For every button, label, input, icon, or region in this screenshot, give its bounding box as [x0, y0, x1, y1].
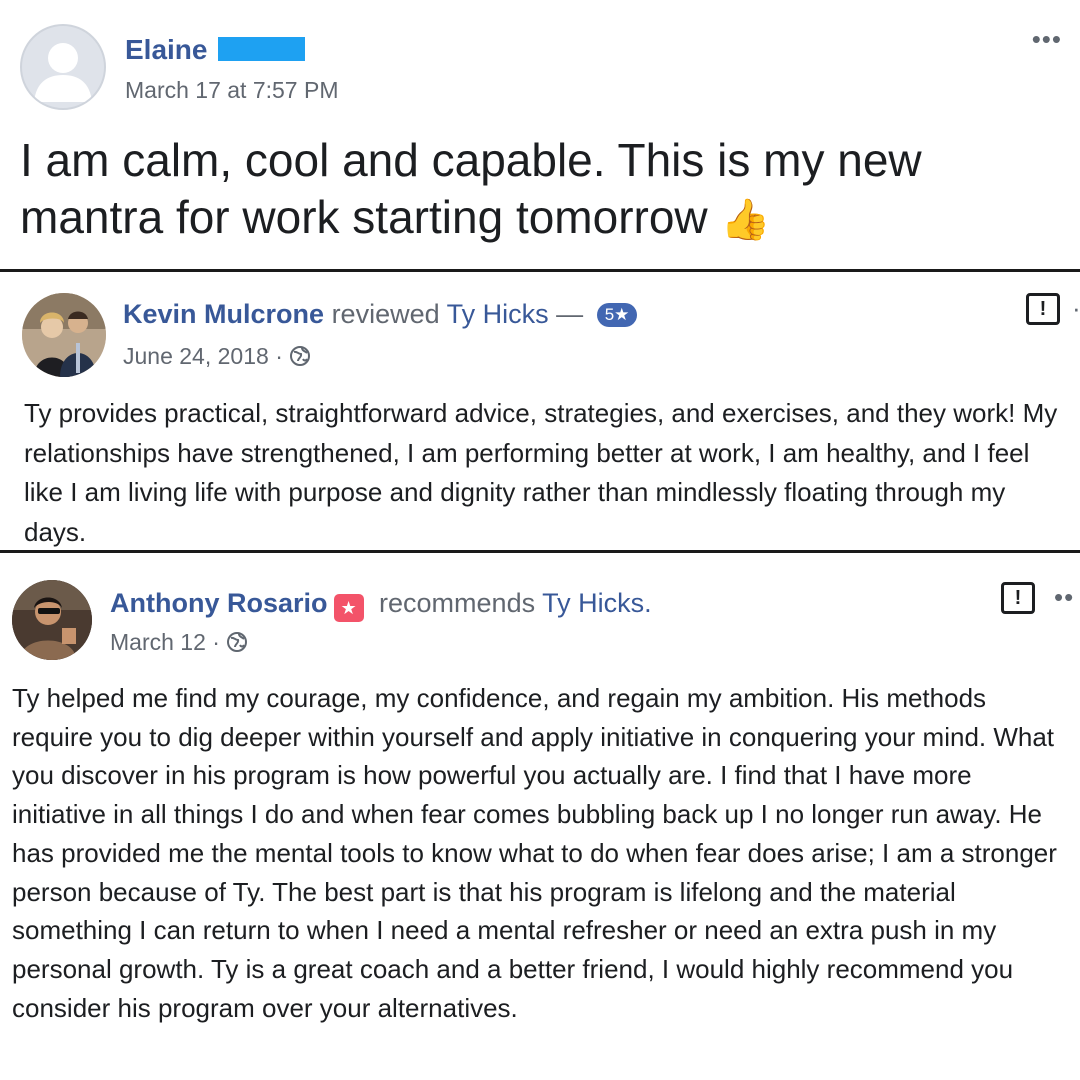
review-date-line: June 24, 2018 · [123, 343, 311, 370]
name-redaction [218, 37, 305, 61]
recommend-star-icon: ★ [333, 594, 364, 622]
default-user-icon [34, 43, 92, 102]
recommendation-header: Anthony Rosario ★ recommends Ty Hicks. [110, 588, 652, 622]
recommendation-menu-button[interactable]: •• [1054, 582, 1074, 613]
recommendation-card: Anthony Rosario ★ recommends Ty Hicks. Ma… [0, 554, 1080, 1080]
review-header: Kevin Mulcrone reviewed Ty Hicks — 5★ [123, 299, 638, 330]
globe-icon [290, 346, 311, 366]
status-post: Elaine March 17 at 7:57 PM ••• I am calm… [0, 0, 1080, 269]
avatar-placeholder[interactable] [20, 24, 106, 110]
post-author[interactable]: Elaine [125, 34, 207, 66]
rating-badge: 5★ [596, 303, 638, 327]
recommendation-date[interactable]: March 12 [110, 629, 206, 655]
avatar[interactable] [12, 580, 92, 660]
profile-photo [12, 580, 92, 660]
report-icon[interactable]: ! [1026, 293, 1060, 325]
review-card: Kevin Mulcrone reviewed Ty Hicks — 5★ Ju… [0, 273, 1080, 550]
post-timestamp[interactable]: March 17 at 7:57 PM [125, 77, 339, 104]
recommendation-date-line: March 12 · [110, 629, 248, 656]
review-menu-button[interactable]: · [1072, 293, 1080, 324]
review-action: reviewed [331, 299, 440, 329]
reviewed-page-link[interactable]: Ty Hicks [447, 299, 549, 329]
post-text: I am calm, cool and capable. This is my … [20, 134, 922, 243]
recommender-name[interactable]: Anthony Rosario [110, 588, 328, 618]
date-separator: · [212, 629, 220, 655]
reviewer-name[interactable]: Kevin Mulcrone [123, 299, 324, 329]
review-date[interactable]: June 24, 2018 [123, 343, 269, 369]
recommend-action: recommends [379, 588, 536, 618]
globe-icon [227, 632, 248, 652]
report-icon[interactable]: ! [1001, 582, 1035, 614]
avatar[interactable] [22, 293, 106, 377]
divider [0, 269, 1080, 272]
profile-photo [22, 293, 106, 377]
post-menu-button[interactable]: ••• [1032, 24, 1062, 55]
thumbs-up-icon: 👍 [720, 198, 771, 242]
recommendation-body: Ty helped me find my courage, my confide… [12, 683, 1057, 1023]
post-text-block: I am calm, cool and capable. This is my … [20, 132, 1060, 249]
header-dash: — [556, 299, 584, 329]
divider [0, 550, 1080, 553]
date-separator: · [275, 343, 283, 369]
review-body: Ty provides practical, straightforward a… [24, 398, 1058, 547]
recommended-page-link[interactable]: Ty Hicks. [542, 588, 652, 618]
